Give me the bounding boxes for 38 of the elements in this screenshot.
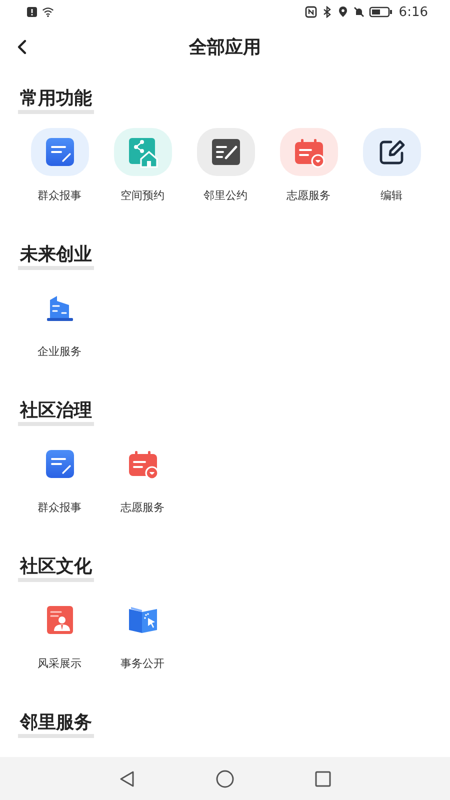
calendar-heart-icon[interactable] — [126, 448, 158, 480]
battery-icon — [368, 6, 393, 18]
section-title: 常用功能 — [18, 88, 94, 114]
app-label: 事务公开 — [120, 656, 164, 671]
home-icon[interactable] — [215, 768, 235, 788]
recents-icon[interactable] — [313, 768, 333, 788]
app-label: 邻里公约 — [204, 188, 248, 203]
muted-bell-icon — [352, 6, 365, 18]
document-icon — [44, 136, 76, 168]
nfc-icon — [304, 6, 317, 18]
app-label: 志愿服务 — [120, 500, 164, 515]
location-icon — [336, 6, 349, 18]
app-tile[interactable] — [196, 128, 254, 176]
app-label: 企业服务 — [38, 344, 82, 359]
app-label: 编辑 — [380, 188, 402, 203]
wifi-icon — [42, 6, 54, 18]
calendar-heart-icon — [292, 136, 324, 168]
app-label: 志愿服务 — [286, 188, 330, 203]
app-label: 风采展示 — [38, 656, 82, 671]
app-label: 群众报事 — [38, 188, 82, 203]
book-cursor-icon[interactable] — [126, 604, 158, 636]
section-title: 邻里服务 — [18, 712, 94, 738]
document-icon[interactable] — [44, 448, 76, 480]
app-label: 群众报事 — [38, 500, 82, 515]
app-tile[interactable] — [30, 128, 88, 176]
app-label: 空间预约 — [120, 188, 164, 203]
app-tile[interactable] — [114, 128, 172, 176]
app-tile[interactable] — [362, 128, 420, 176]
alert-icon — [26, 6, 38, 18]
share-house-icon — [126, 136, 158, 168]
page-title: 全部应用 — [189, 36, 261, 59]
note-pen-icon — [210, 136, 242, 168]
back-icon[interactable] — [16, 39, 28, 55]
section-title: 社区文化 — [18, 556, 94, 582]
app-tile[interactable] — [280, 128, 338, 176]
section-title: 社区治理 — [18, 400, 94, 426]
section-title: 未来创业 — [18, 244, 94, 270]
clock-time: 6:16 — [398, 4, 428, 20]
